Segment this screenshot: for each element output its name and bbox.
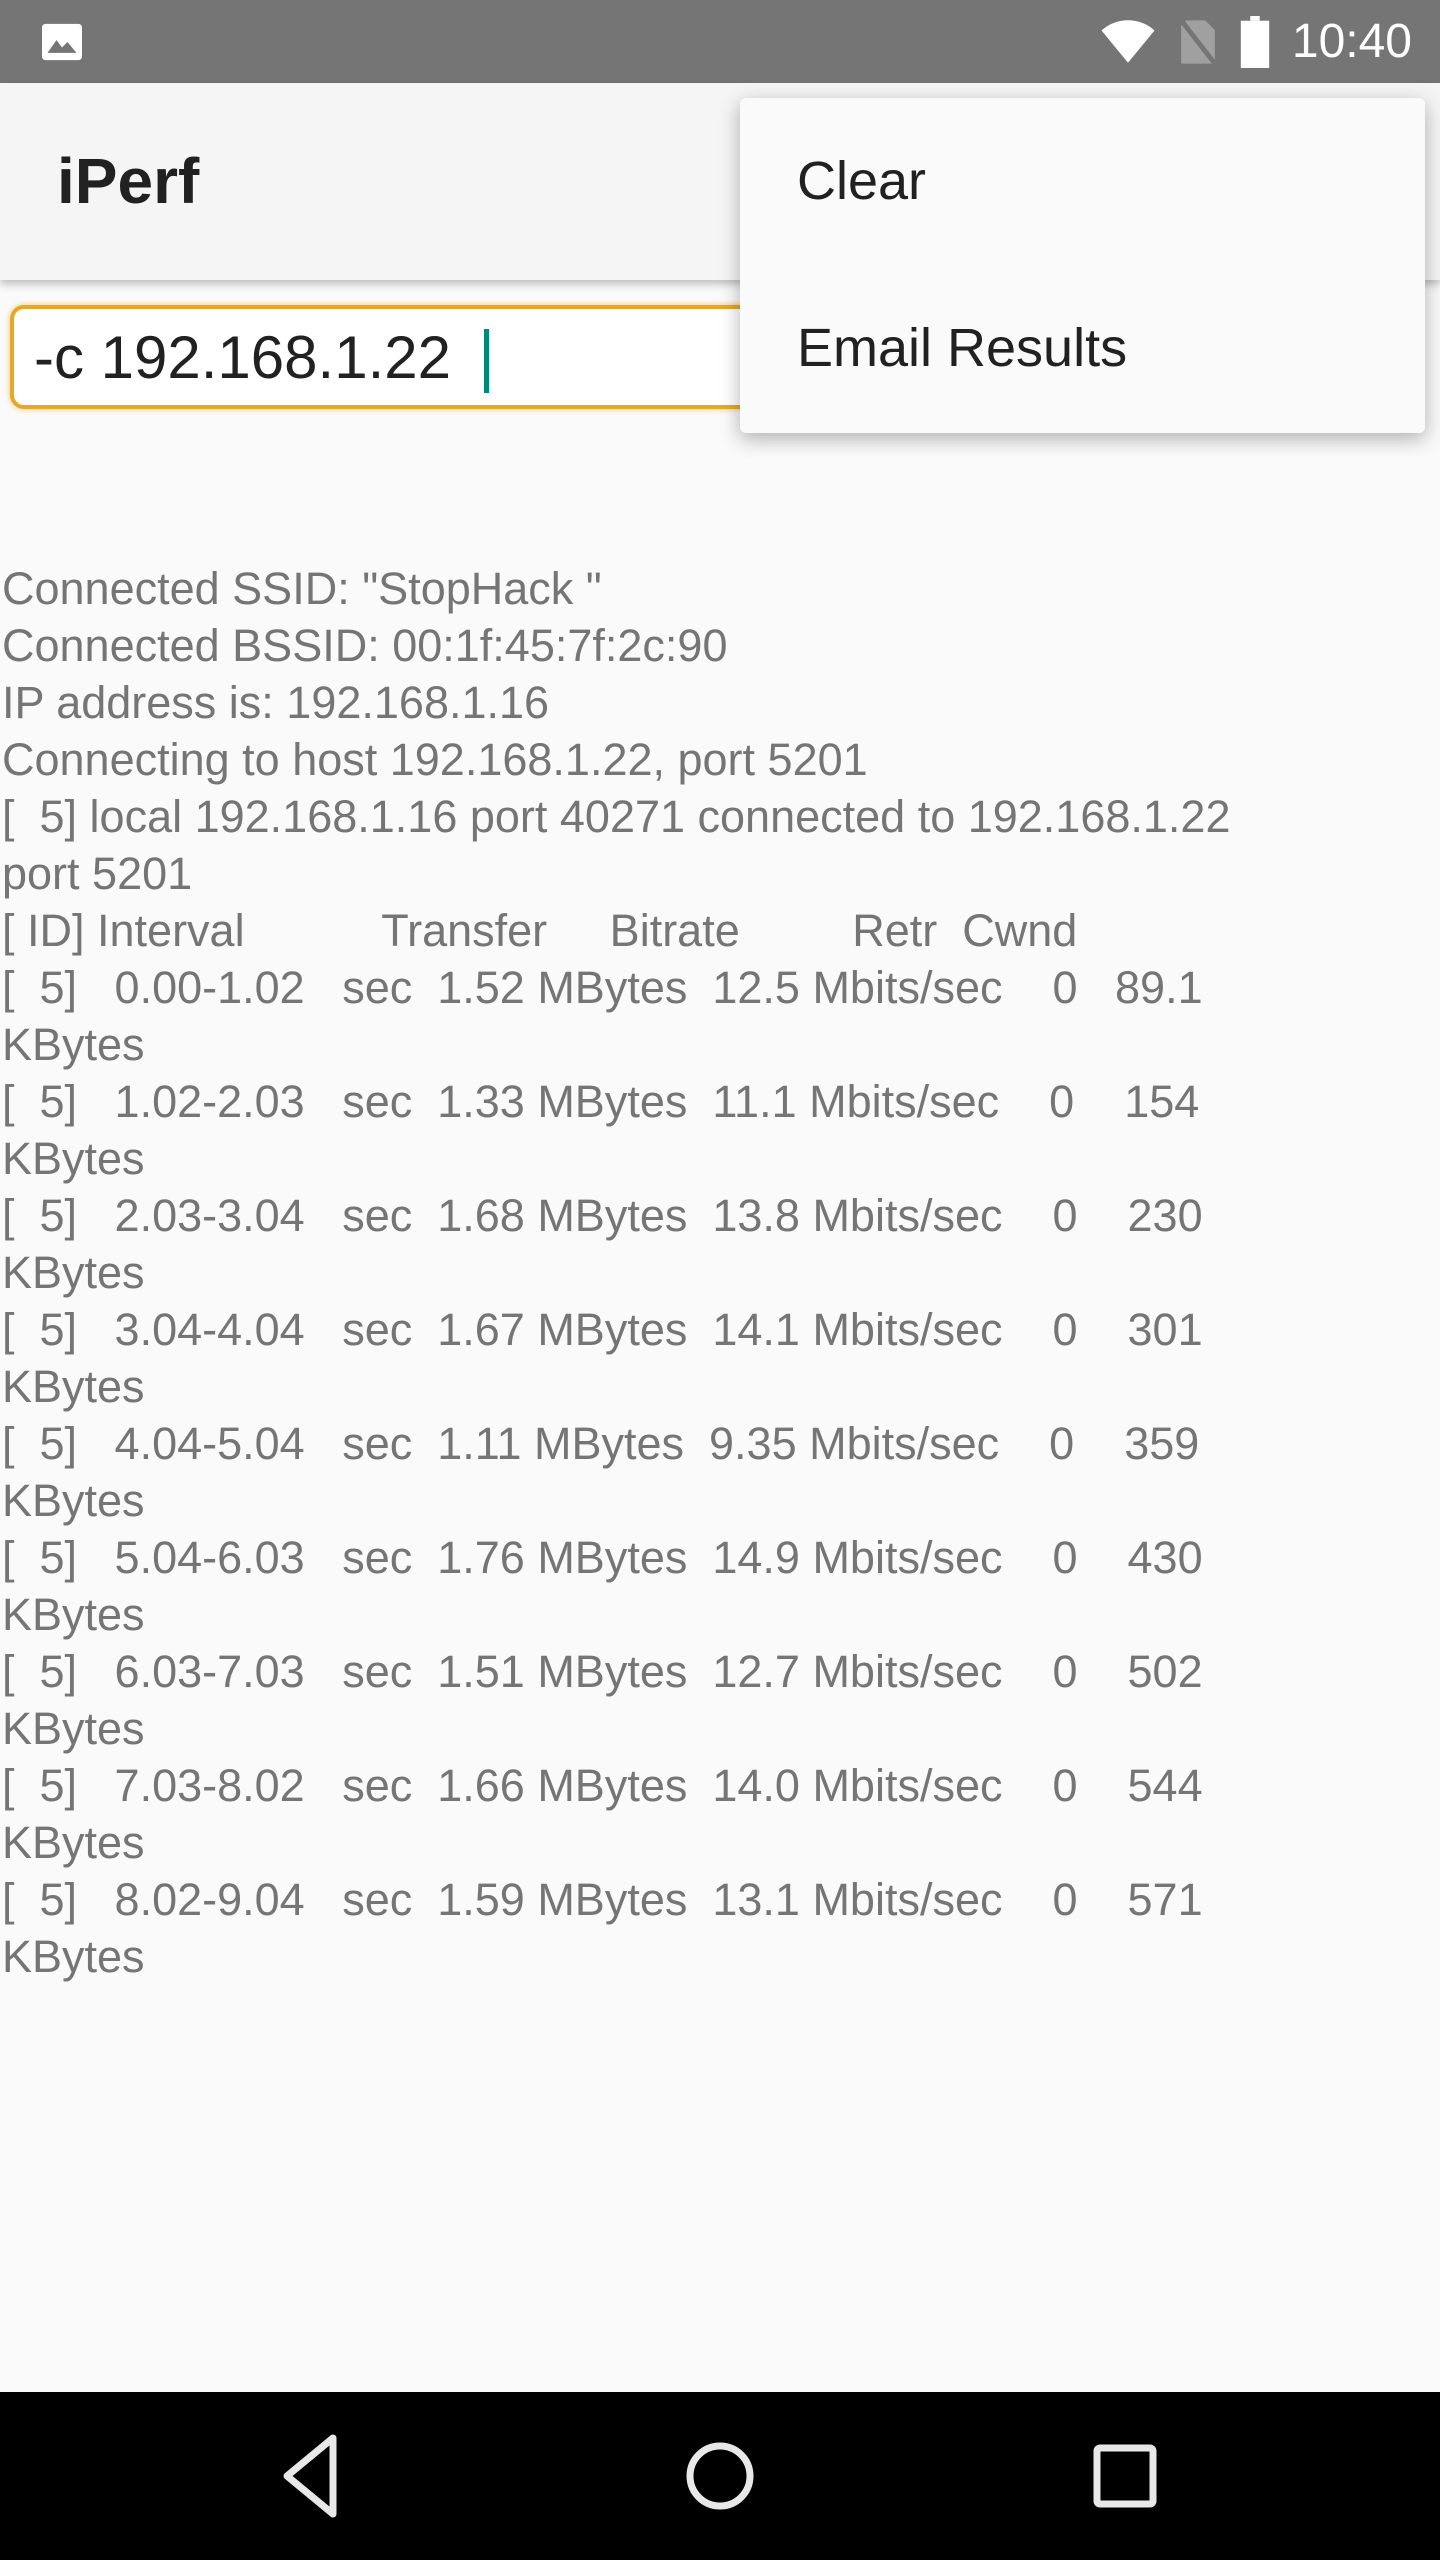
- output-line: KBytes: [2, 1817, 145, 1868]
- output-line: Connected BSSID: 00:1f:45:7f:2c:90: [2, 620, 728, 671]
- output-line: port 5201: [2, 848, 193, 899]
- output-line: [ ID] Interval Transfer Bitrate Retr Cwn…: [2, 905, 1078, 956]
- output-line: [ 5] 8.02-9.04 sec 1.59 MBytes 13.1 Mbit…: [2, 1874, 1203, 1925]
- output-line: [ 5] 6.03-7.03 sec 1.51 MBytes 12.7 Mbit…: [2, 1646, 1203, 1697]
- output-line: KBytes: [2, 1019, 145, 1070]
- recents-icon[interactable]: [1075, 2426, 1175, 2526]
- output-line: Connected SSID: "StopHack ": [2, 563, 602, 614]
- output-log: Connected SSID: "StopHack " Connected BSS…: [2, 560, 1438, 1985]
- output-line: [ 5] local 192.168.1.16 port 40271 conne…: [2, 791, 1231, 842]
- navigation-bar: [0, 2392, 1440, 2560]
- back-icon[interactable]: [265, 2426, 365, 2526]
- output-line: KBytes: [2, 1703, 145, 1754]
- output-line: [ 5] 5.04-6.03 sec 1.76 MBytes 14.9 Mbit…: [2, 1532, 1203, 1583]
- output-line: [ 5] 0.00-1.02 sec 1.52 MBytes 12.5 Mbit…: [2, 962, 1203, 1013]
- wifi-icon: [1101, 19, 1155, 63]
- output-line: [ 5] 2.03-3.04 sec 1.68 MBytes 13.8 Mbit…: [2, 1190, 1203, 1241]
- output-line: KBytes: [2, 1361, 145, 1412]
- output-line: Connecting to host 192.168.1.22, port 52…: [2, 734, 868, 785]
- text-caret: [484, 329, 489, 393]
- output-line: KBytes: [2, 1931, 145, 1982]
- output-line: KBytes: [2, 1475, 145, 1526]
- output-line: IP address is: 192.168.1.16: [2, 677, 550, 728]
- output-line: [ 5] 7.03-8.02 sec 1.66 MBytes 14.0 Mbit…: [2, 1760, 1203, 1811]
- menu-item-email-results[interactable]: Email Results: [740, 265, 1425, 432]
- overflow-menu: Clear Email Results: [740, 98, 1425, 433]
- image-icon: [42, 23, 82, 61]
- home-icon[interactable]: [670, 2426, 770, 2526]
- output-line: [ 5] 1.02-2.03 sec 1.33 MBytes 11.1 Mbit…: [2, 1076, 1200, 1127]
- battery-icon: [1240, 15, 1270, 68]
- menu-item-clear[interactable]: Clear: [740, 98, 1425, 265]
- output-line: KBytes: [2, 1589, 145, 1640]
- clock: 10:40: [1291, 15, 1412, 68]
- output-line: [ 5] 3.04-4.04 sec 1.67 MBytes 14.1 Mbit…: [2, 1304, 1203, 1355]
- output-line: KBytes: [2, 1133, 145, 1184]
- output-line: [ 5] 4.04-5.04 sec 1.11 MBytes 9.35 Mbit…: [2, 1418, 1200, 1469]
- no-sim-icon: [1179, 18, 1217, 65]
- app-title: iPerf: [57, 145, 200, 217]
- status-bar: 10:40: [0, 0, 1440, 83]
- output-line: KBytes: [2, 1247, 145, 1298]
